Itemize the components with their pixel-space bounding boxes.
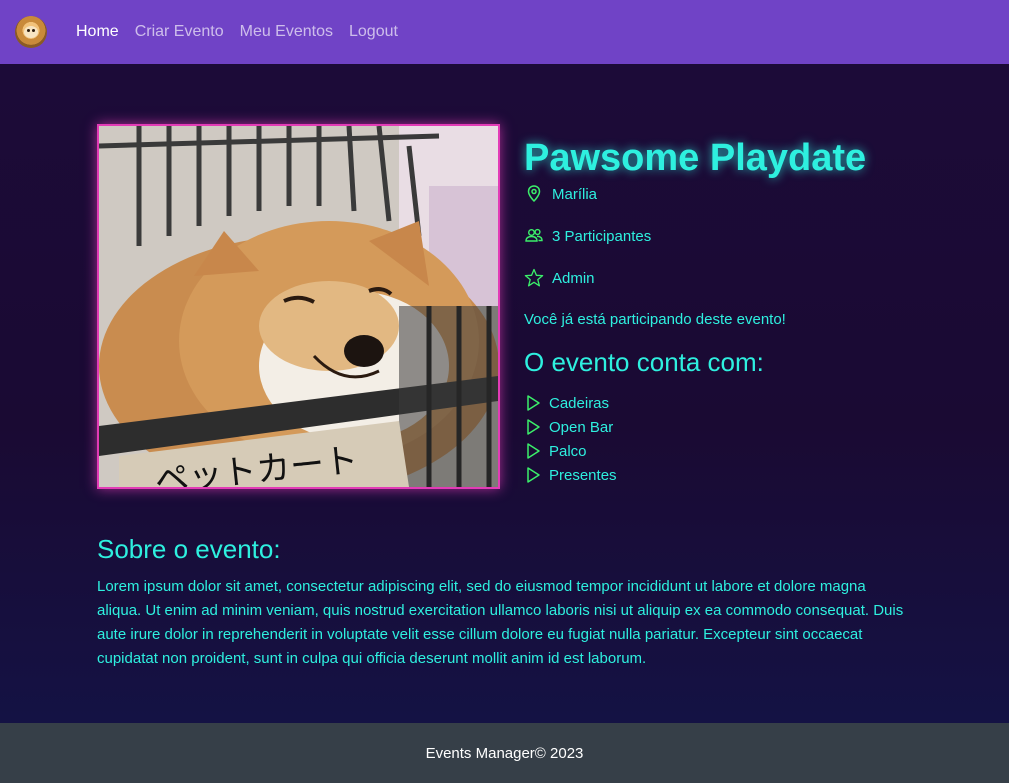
logo-dog-icon[interactable] bbox=[15, 16, 47, 48]
feature-item: Presentes bbox=[524, 463, 617, 487]
logo-face bbox=[24, 26, 38, 38]
logo-eye bbox=[27, 29, 30, 32]
footer-text: Events Manager© 2023 bbox=[425, 744, 584, 762]
play-arrow-icon bbox=[527, 419, 540, 435]
map-pin-icon bbox=[527, 185, 541, 203]
participation-status: Você já está participando deste evento! bbox=[524, 311, 786, 328]
feature-label: Cadeiras bbox=[549, 394, 610, 412]
feature-item: Palco bbox=[524, 439, 617, 463]
features-title: O evento conta com: bbox=[524, 347, 764, 377]
play-arrow-icon bbox=[527, 443, 540, 459]
nav-links: Home Criar Evento Meu Eventos Logout bbox=[76, 0, 398, 64]
event-location-text: Marília bbox=[552, 185, 598, 203]
event-image: ペットカート bbox=[97, 124, 500, 489]
feature-item: Open Bar bbox=[524, 415, 617, 439]
event-owner-text: Admin bbox=[552, 269, 595, 287]
about-title: Sobre o evento: bbox=[97, 534, 281, 564]
features-list: Cadeiras Open Bar Palco Presentes bbox=[524, 391, 617, 487]
feature-label: Palco bbox=[549, 442, 587, 460]
play-arrow-icon bbox=[527, 467, 540, 483]
event-location: Marília bbox=[524, 184, 597, 204]
nav-link-criar-evento[interactable]: Criar Evento bbox=[135, 23, 224, 41]
feature-item: Cadeiras bbox=[524, 391, 617, 415]
feature-label: Presentes bbox=[549, 466, 617, 484]
footer: Events Manager© 2023 bbox=[0, 723, 1009, 783]
navbar: Home Criar Evento Meu Eventos Logout bbox=[0, 0, 1009, 64]
nav-link-logout[interactable]: Logout bbox=[349, 23, 398, 41]
people-icon bbox=[525, 228, 543, 242]
event-owner: Admin bbox=[524, 268, 595, 288]
feature-label: Open Bar bbox=[549, 418, 614, 436]
event-title: Pawsome Playdate bbox=[524, 137, 867, 180]
play-arrow-icon bbox=[527, 395, 540, 411]
nav-link-home[interactable]: Home bbox=[76, 23, 119, 41]
logo-eye bbox=[32, 29, 35, 32]
star-icon bbox=[524, 268, 544, 287]
about-text: Lorem ipsum dolor sit amet, consectetur … bbox=[97, 578, 904, 667]
event-participants-text: 3 Participantes bbox=[552, 227, 652, 245]
event-participants: 3 Participantes bbox=[524, 226, 651, 246]
nav-link-meu-eventos[interactable]: Meu Eventos bbox=[240, 23, 333, 41]
